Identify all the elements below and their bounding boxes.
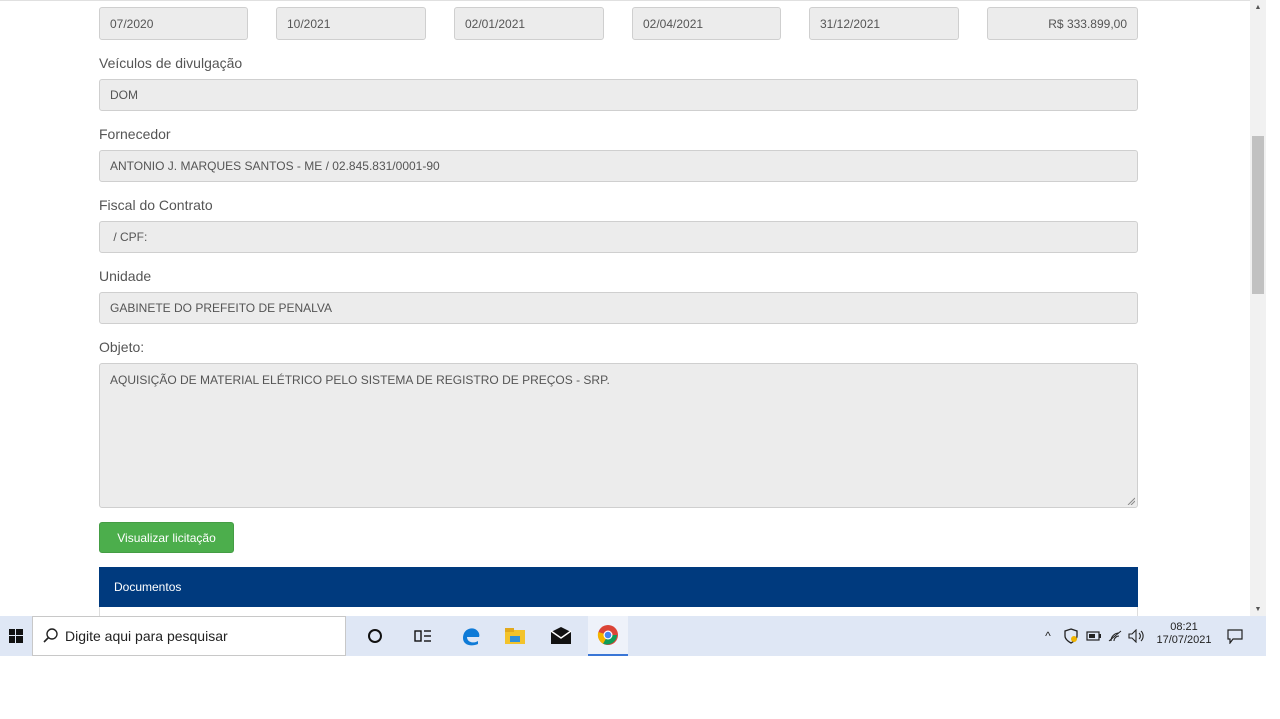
search-icon [43, 628, 58, 643]
search-placeholder: Digite aqui para pesquisar [65, 628, 228, 644]
veiculos-field[interactable]: DOM [99, 79, 1138, 111]
fornecedor-field[interactable]: ANTONIO J. MARQUES SANTOS - ME / 02.845.… [99, 150, 1138, 182]
visualizar-licitacao-button[interactable]: Visualizar licitação [99, 522, 234, 553]
clock-time: 08:21 [1170, 621, 1198, 633]
battery-icon[interactable] [1084, 616, 1104, 656]
documentos-panel-body [99, 607, 1138, 616]
show-hidden-icons-icon[interactable]: ^ [1040, 616, 1056, 656]
scroll-thumb[interactable] [1252, 136, 1264, 294]
label-fornecedor: Fornecedor [99, 126, 171, 142]
field-date-5[interactable]: 31/12/2021 [809, 7, 959, 40]
field-date-4[interactable]: 02/04/2021 [632, 7, 781, 40]
label-veiculos: Veículos de divulgação [99, 55, 243, 71]
security-icon[interactable] [1060, 616, 1082, 656]
chrome-icon[interactable] [588, 616, 628, 656]
unidade-field[interactable]: GABINETE DO PREFEITO DE PENALVA [99, 292, 1138, 324]
windows-logo-icon [9, 629, 23, 643]
field-date-2[interactable]: 10/2021 [276, 7, 426, 40]
scroll-down-icon[interactable]: ▼ [1250, 602, 1266, 616]
clock-date: 17/07/2021 [1156, 634, 1212, 646]
label-fiscal: Fiscal do Contrato [99, 197, 213, 213]
field-date-3[interactable]: 02/01/2021 [454, 7, 604, 40]
start-button[interactable] [0, 616, 32, 656]
field-value[interactable]: R$ 333.899,00 [987, 7, 1138, 40]
task-view-icon[interactable] [408, 616, 438, 656]
cortana-icon[interactable] [360, 616, 390, 656]
wifi-icon[interactable] [1105, 616, 1125, 656]
fiscal-field[interactable]: / CPF: [99, 221, 1138, 253]
clock[interactable]: 08:21 17/07/2021 [1152, 621, 1216, 647]
file-explorer-icon[interactable] [500, 616, 530, 656]
volume-icon[interactable] [1126, 616, 1148, 656]
taskbar-search[interactable]: Digite aqui para pesquisar [32, 616, 346, 656]
documentos-title: Documentos [114, 580, 182, 594]
objeto-text: AQUISIÇÃO DE MATERIAL ELÉTRICO PELO SIST… [110, 373, 610, 387]
notifications-icon[interactable] [1222, 616, 1248, 656]
resize-handle-icon[interactable] [1127, 497, 1135, 505]
top-divider [0, 0, 1250, 1]
vertical-scrollbar[interactable]: ▲ ▼ [1250, 0, 1266, 616]
taskbar: Digite aqui para pesquisar ^ 08:21 17/07… [0, 616, 1266, 656]
documentos-panel-header: Documentos [99, 567, 1138, 607]
objeto-textarea[interactable]: AQUISIÇÃO DE MATERIAL ELÉTRICO PELO SIST… [99, 363, 1138, 508]
mail-icon[interactable] [545, 616, 577, 656]
contract-details-page: 07/2020 10/2021 02/01/2021 02/04/2021 31… [0, 0, 1250, 616]
scroll-up-icon[interactable]: ▲ [1250, 0, 1266, 14]
label-unidade: Unidade [99, 268, 152, 284]
label-objeto: Objeto: [99, 339, 145, 355]
field-date-1[interactable]: 07/2020 [99, 7, 248, 40]
edge-icon[interactable] [455, 616, 487, 656]
